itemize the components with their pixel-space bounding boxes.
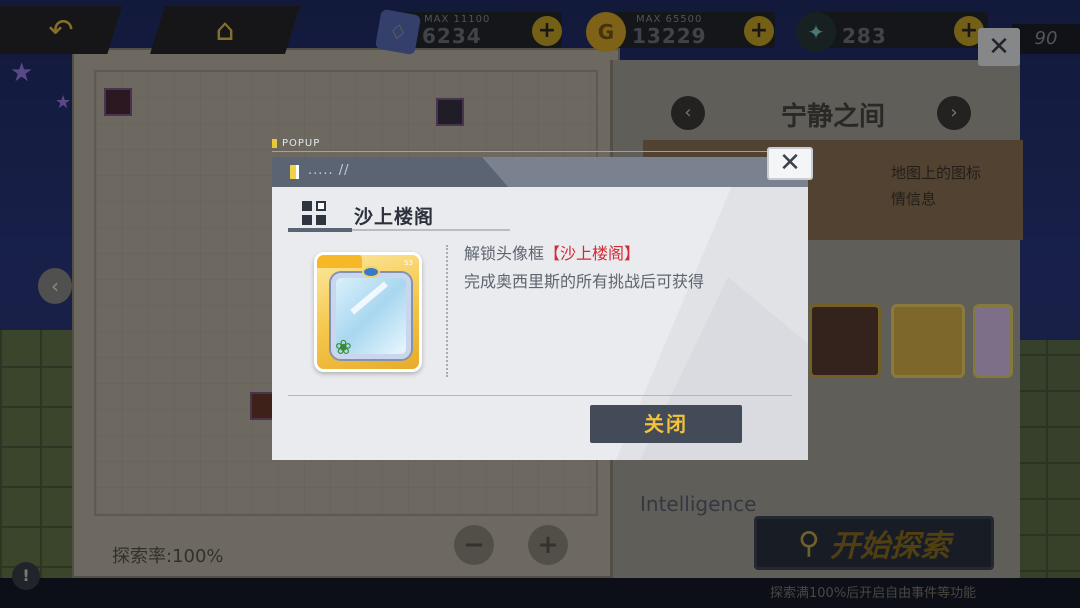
item-title: 沙上楼阁 bbox=[354, 206, 435, 228]
unlock-description: 解锁头像框【沙上楼阁】 bbox=[464, 240, 640, 264]
popup-header-text: ..... // bbox=[308, 163, 350, 178]
palm-tree-icon: ❀ bbox=[335, 335, 352, 359]
grid-icon bbox=[302, 201, 326, 225]
unlock-condition: 完成奥西里斯的所有挑战后可获得 bbox=[464, 272, 705, 291]
horizontal-divider bbox=[288, 395, 792, 396]
popup-header-accent bbox=[482, 157, 808, 187]
popup-tag-marker-icon bbox=[272, 138, 277, 148]
popup-close-icon[interactable]: ✕ bbox=[767, 147, 813, 180]
popup-header-icon bbox=[290, 165, 299, 179]
item-title-block: 沙上楼阁 bbox=[292, 197, 512, 231]
unlock-popup: ..... // 沙上楼阁 ❀ S3 解锁头像框【沙上楼阁】 完成奥西里斯的所有… bbox=[272, 157, 808, 460]
card-badge: S3 bbox=[404, 259, 413, 267]
card-tab bbox=[317, 255, 362, 268]
unlock-description-prefix: 解锁头像框 bbox=[464, 244, 545, 263]
avatar-frame-card: ❀ S3 bbox=[314, 252, 422, 372]
popup-tag-line bbox=[272, 151, 772, 152]
popup-tag: POPUP bbox=[272, 136, 320, 150]
unlock-item-name: 【沙上楼阁】 bbox=[544, 244, 641, 263]
close-popup-button[interactable]: 关闭 bbox=[590, 405, 742, 443]
popup-tag-label: POPUP bbox=[282, 137, 321, 149]
title-underline-accent bbox=[288, 228, 352, 232]
vertical-divider bbox=[446, 245, 448, 377]
eye-ornament-icon bbox=[362, 266, 380, 278]
